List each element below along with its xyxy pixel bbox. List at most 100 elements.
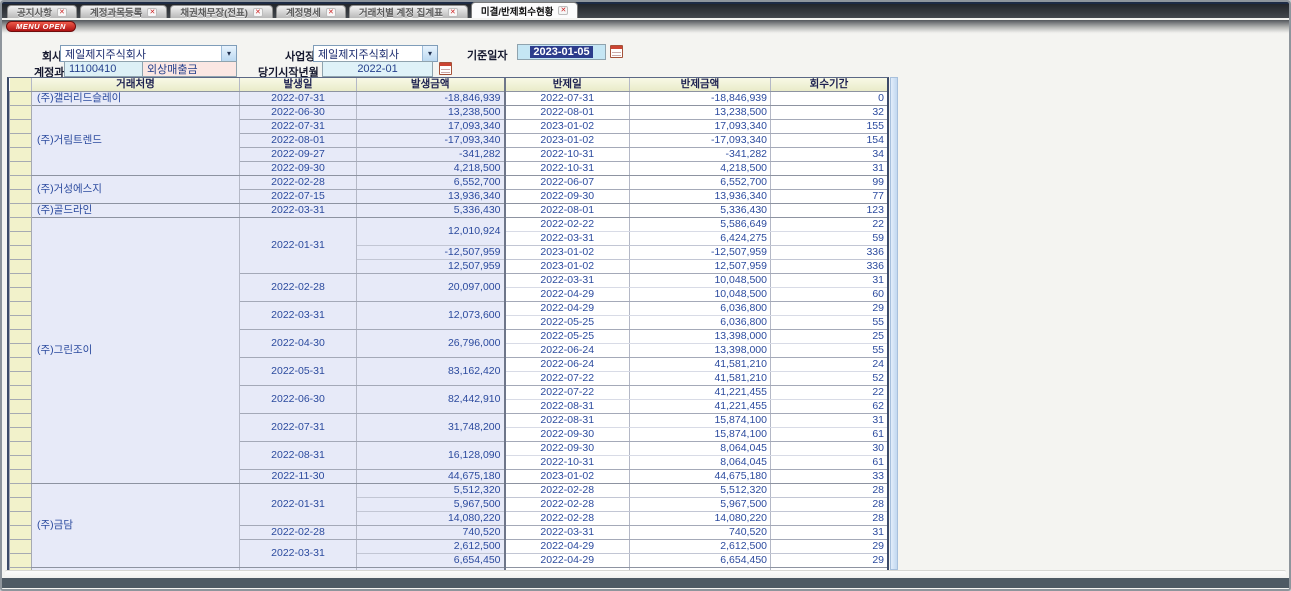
settle-date-cell[interactable]: 2022-03-31 xyxy=(505,232,630,246)
occur-amount-cell[interactable]: 12,073,600 xyxy=(357,302,505,330)
settle-amount-cell[interactable]: 2,612,500 xyxy=(630,540,771,554)
occur-amount-cell[interactable]: -17,093,340 xyxy=(357,134,505,148)
occur-date-cell[interactable]: 2022-08-01 xyxy=(240,134,357,148)
row-selector-cell[interactable] xyxy=(10,176,32,190)
row-selector-cell[interactable] xyxy=(10,344,32,358)
collect-period-cell[interactable]: 155 xyxy=(771,120,888,134)
settle-date-cell[interactable]: 2022-02-28 xyxy=(505,498,630,512)
occur-amount-cell[interactable]: 31,748,200 xyxy=(357,414,505,442)
occur-date-cell[interactable]: 2022-05-31 xyxy=(240,358,357,386)
occur-date-cell[interactable]: 2022-09-27 xyxy=(240,148,357,162)
row-selector-cell[interactable] xyxy=(10,316,32,330)
collect-period-cell[interactable]: 28 xyxy=(771,498,888,512)
collect-period-cell[interactable]: 62 xyxy=(771,400,888,414)
row-selector-cell[interactable] xyxy=(10,358,32,372)
tab-receivable-ledger[interactable]: 채권채무장(전표) ✕ xyxy=(170,5,273,18)
row-selector-cell[interactable] xyxy=(10,134,32,148)
settle-amount-cell[interactable]: -12,507,959 xyxy=(630,246,771,260)
occur-amount-cell[interactable]: 83,162,420 xyxy=(357,358,505,386)
occur-amount-cell[interactable]: 44,675,180 xyxy=(357,470,505,484)
settle-date-cell[interactable]: 2022-07-22 xyxy=(505,372,630,386)
row-selector-cell[interactable] xyxy=(10,442,32,456)
collect-period-cell[interactable]: 22 xyxy=(771,218,888,232)
occur-date-cell[interactable]: 2022-07-31 xyxy=(240,120,357,134)
settle-amount-cell[interactable]: 5,586,649 xyxy=(630,218,771,232)
collect-period-cell[interactable]: 30 xyxy=(771,442,888,456)
collect-period-cell[interactable]: 33 xyxy=(771,470,888,484)
occur-amount-cell[interactable]: 5,336,430 xyxy=(357,204,505,218)
collect-period-cell[interactable]: 24 xyxy=(771,358,888,372)
settle-amount-cell[interactable]: 5,512,320 xyxy=(630,484,771,498)
collect-period-cell[interactable]: 31 xyxy=(771,274,888,288)
settle-amount-cell[interactable]: 6,424,275 xyxy=(630,232,771,246)
settle-amount-cell[interactable]: 44,675,180 xyxy=(630,470,771,484)
settle-date-cell[interactable]: 2022-03-31 xyxy=(505,274,630,288)
row-selector-cell[interactable] xyxy=(10,106,32,120)
settle-amount-cell[interactable]: 4,218,500 xyxy=(630,162,771,176)
account-name-field[interactable]: 외상매출금 xyxy=(142,61,237,77)
collect-period-cell[interactable]: 123 xyxy=(771,204,888,218)
occur-date-cell[interactable]: 2022-03-31 xyxy=(240,204,357,218)
settle-date-cell[interactable]: 2023-01-02 xyxy=(505,260,630,274)
occur-amount-cell[interactable]: 16,128,090 xyxy=(357,442,505,470)
settle-date-cell[interactable]: 2022-06-07 xyxy=(505,176,630,190)
tab-account-detail[interactable]: 계정명세 ✕ xyxy=(276,5,346,18)
tab-open-settlement-status[interactable]: 미결/반제회수현황 ✕ xyxy=(471,2,579,18)
row-selector-cell[interactable] xyxy=(10,456,32,470)
occur-amount-cell[interactable]: 4,218,500 xyxy=(357,162,505,176)
occur-date-cell[interactable]: 2022-08-31 xyxy=(240,442,357,470)
settle-date-cell[interactable]: 2022-04-29 xyxy=(505,302,630,316)
customer-cell[interactable]: (주)골드라인 xyxy=(32,204,240,218)
occur-date-cell[interactable]: 2022-06-30 xyxy=(240,386,357,414)
occur-amount-cell[interactable]: 20,097,000 xyxy=(357,274,505,302)
col-header-settle-date[interactable]: 반제일 xyxy=(505,78,630,92)
settle-amount-cell[interactable]: 6,036,800 xyxy=(630,316,771,330)
settle-amount-cell[interactable]: 12,507,959 xyxy=(630,260,771,274)
occur-date-cell[interactable]: 2022-02-28 xyxy=(240,526,357,540)
settle-amount-cell[interactable]: 13,238,500 xyxy=(630,106,771,120)
occur-date-cell[interactable]: 2022-03-31 xyxy=(240,540,357,568)
row-selector-cell[interactable] xyxy=(10,512,32,526)
settle-date-cell[interactable]: 2022-02-22 xyxy=(505,218,630,232)
occur-date-cell[interactable]: 2022-07-31 xyxy=(240,414,357,442)
collect-period-cell[interactable]: 60 xyxy=(771,288,888,302)
row-selector-cell[interactable] xyxy=(10,148,32,162)
settle-date-cell[interactable]: 2022-10-31 xyxy=(505,148,630,162)
collect-period-cell[interactable]: 25 xyxy=(771,330,888,344)
base-date-input[interactable]: 2023-01-05 xyxy=(517,44,606,60)
tab-close-icon[interactable]: ✕ xyxy=(57,8,67,17)
settle-amount-cell[interactable]: 6,654,450 xyxy=(630,554,771,568)
settle-date-cell[interactable]: 2022-04-29 xyxy=(505,554,630,568)
settle-amount-cell[interactable]: -341,282 xyxy=(630,148,771,162)
settle-amount-cell[interactable]: 41,221,455 xyxy=(630,386,771,400)
row-selector-cell[interactable] xyxy=(10,386,32,400)
settle-amount-cell[interactable]: -17,093,340 xyxy=(630,134,771,148)
occur-date-cell[interactable]: 2022-02-28 xyxy=(240,274,357,302)
collect-period-cell[interactable]: 99 xyxy=(771,176,888,190)
collect-period-cell[interactable]: 59 xyxy=(771,232,888,246)
col-header-occur-amount[interactable]: 발생금액 xyxy=(357,78,505,92)
tab-close-icon[interactable]: ✕ xyxy=(147,8,157,17)
settle-amount-cell[interactable]: 13,398,000 xyxy=(630,344,771,358)
settle-date-cell[interactable]: 2022-03-31 xyxy=(505,526,630,540)
calendar-icon[interactable] xyxy=(610,45,623,58)
row-selector-cell[interactable] xyxy=(10,218,32,232)
occur-amount-cell[interactable]: -341,282 xyxy=(357,148,505,162)
occur-date-cell[interactable]: 2022-01-31 xyxy=(240,218,357,274)
settle-date-cell[interactable]: 2022-08-31 xyxy=(505,400,630,414)
occur-amount-cell[interactable]: 17,093,340 xyxy=(357,120,505,134)
settle-date-cell[interactable]: 2023-01-02 xyxy=(505,120,630,134)
occur-date-cell[interactable]: 2022-06-30 xyxy=(240,106,357,120)
row-selector-cell[interactable] xyxy=(10,372,32,386)
tab-notice[interactable]: 공지사항 ✕ xyxy=(7,5,77,18)
occur-date-cell[interactable]: 2022-03-31 xyxy=(240,302,357,330)
occur-amount-cell[interactable]: 6,552,700 xyxy=(357,176,505,190)
row-selector-cell[interactable] xyxy=(10,470,32,484)
occur-date-cell[interactable]: 2022-11-30 xyxy=(240,470,357,484)
collect-period-cell[interactable]: 336 xyxy=(771,246,888,260)
settle-amount-cell[interactable]: 13,936,340 xyxy=(630,190,771,204)
col-header-occur-date[interactable]: 발생일 xyxy=(240,78,357,92)
row-selector-cell[interactable] xyxy=(10,554,32,568)
collect-period-cell[interactable]: 55 xyxy=(771,316,888,330)
collect-period-cell[interactable]: 29 xyxy=(771,540,888,554)
